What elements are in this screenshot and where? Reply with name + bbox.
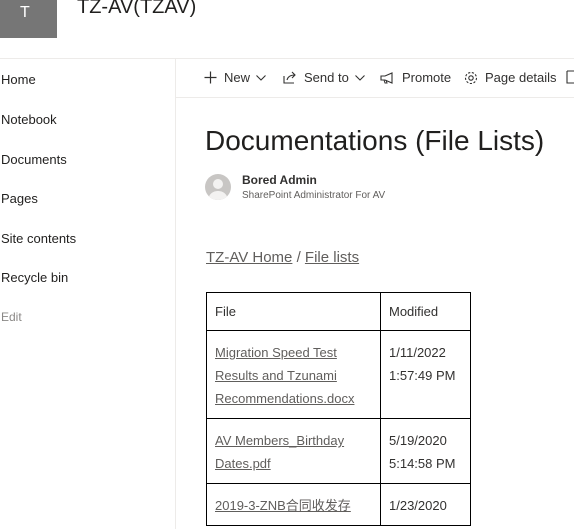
file-link[interactable]: Migration Speed Test Results and Tzunami… [215,345,354,406]
megaphone-icon [380,71,393,84]
avatar[interactable] [205,174,231,200]
new-button[interactable]: New [204,70,266,85]
send-to-button-label: Send to [304,70,349,85]
gear-icon [464,71,478,84]
send-to-button[interactable]: Send to [283,70,365,85]
author-role: SharePoint Administrator For AV [242,190,386,201]
chevron-down-icon [256,74,266,81]
column-header-modified: Modified [380,292,471,331]
table-header-row: File Modified [206,292,471,331]
modified-cell: 1/23/2020 [380,483,471,526]
modified-cell: 1/11/2022 1:57:49 PM [380,330,471,419]
page-details-button-label: Page details [485,70,557,85]
nav-item-site-contents[interactable]: Site contents [1,231,76,246]
file-link[interactable]: AV Members_Birthday Dates.pdf [215,433,344,471]
site-logo-letter: T [20,4,30,21]
nav-item-pages[interactable]: Pages [1,191,38,206]
page-details-button[interactable]: Page details [464,70,557,85]
file-table: File Modified Migration Speed Test Resul… [206,292,471,526]
person-icon [208,179,228,200]
nav-item-home[interactable]: Home [1,72,36,87]
column-header-file: File [206,292,381,331]
nav-edit-link[interactable]: Edit [1,310,22,324]
breadcrumb-home-link[interactable]: TZ-AV Home [206,249,292,266]
table-row: Migration Speed Test Results and Tzunami… [206,330,471,419]
promote-button[interactable]: Promote [380,70,451,85]
nav-item-notebook[interactable]: Notebook [1,112,57,127]
author-name[interactable]: Bored Admin [242,173,317,187]
nav-item-recycle-bin[interactable]: Recycle bin [1,270,68,285]
modified-cell: 5/19/2020 5:14:58 PM [380,418,471,484]
nav-item-documents[interactable]: Documents [1,152,67,167]
table-row: AV Members_Birthday Dates.pdf 5/19/2020 … [206,418,471,484]
promote-button-label: Promote [402,70,452,85]
new-button-label: New [224,70,251,85]
plus-icon [204,71,217,84]
site-title[interactable]: TZ-AV(TZAV) [77,0,196,19]
more-command-icon[interactable] [566,70,574,84]
file-link[interactable]: 2019-3-ZNB合同收发存 [215,498,351,513]
document-icon [566,70,574,84]
site-logo[interactable]: T [0,0,57,38]
breadcrumb-separator: / [292,249,305,266]
left-navigation: Home Notebook Documents Pages Site conte… [0,59,176,529]
page-title: Documentations (File Lists) [205,125,545,156]
command-bar: New Send to Promote Page details [176,59,574,98]
chevron-down-icon [354,74,365,81]
share-icon [283,71,296,84]
breadcrumb: TZ-AV Home / File lists [206,249,359,266]
breadcrumb-current-link[interactable]: File lists [305,249,359,266]
site-header: T TZ-AV(TZAV) [0,0,574,59]
table-row: 2019-3-ZNB合同收发存 1/23/2020 [206,483,471,526]
